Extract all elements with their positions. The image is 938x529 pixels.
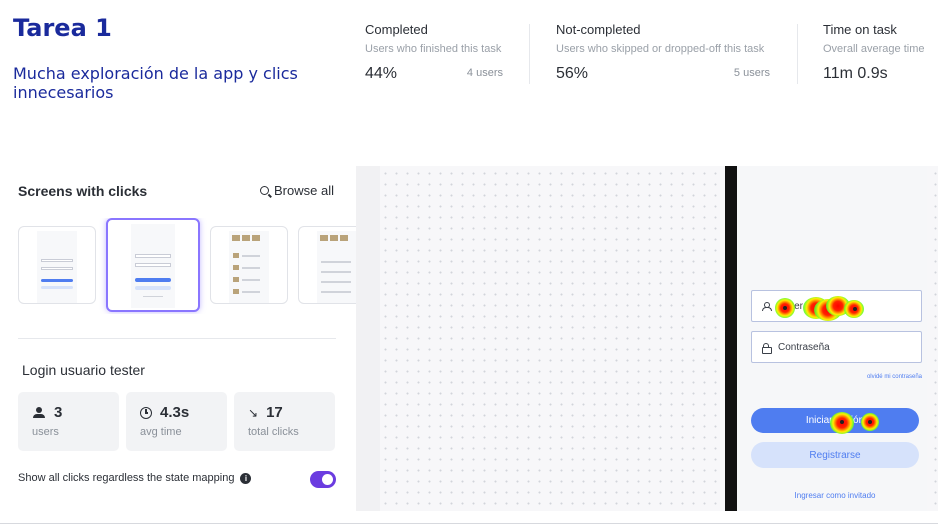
thumbnail-button — [135, 286, 171, 290]
stat-total-clicks-label: total clicks — [248, 426, 299, 438]
thumbnail-text — [321, 281, 351, 283]
task-subtitle: Mucha exploración de la app y clics inne… — [13, 64, 298, 102]
stat-users-value: 3 — [54, 404, 63, 421]
stat-total-clicks: ↘ 17 total clicks — [234, 392, 335, 451]
lock-icon — [762, 342, 772, 354]
metric-not-completed: Not-completed Users who skipped or dropp… — [556, 22, 770, 83]
toggle-knob — [322, 474, 333, 485]
search-icon — [260, 186, 269, 195]
metric-completed-users: 4 users — [466, 67, 503, 79]
thumbnail-image — [330, 235, 338, 241]
thumbnail-text — [242, 267, 260, 269]
username-field[interactable]: tester — [751, 290, 922, 322]
thumbnail-text — [321, 261, 351, 263]
thumbnail-field — [135, 263, 171, 267]
screen-thumbnail[interactable] — [298, 226, 356, 304]
thumbnail-preview — [229, 231, 269, 303]
thumbnail-text — [242, 291, 260, 293]
phone-bezel — [725, 166, 737, 511]
thumbnail-preview — [37, 231, 77, 303]
thumbnail-preview — [131, 224, 175, 308]
thumbnail-link — [143, 296, 163, 297]
thumbnail-image — [233, 289, 239, 294]
forgot-password-link[interactable]: olvidé mi contraseña — [751, 374, 922, 380]
login-button[interactable]: Iniciar sesión — [751, 408, 919, 433]
stat-avg-time-value: 4.3s — [160, 404, 190, 421]
metric-time-desc: Overall average time — [823, 43, 925, 55]
stat-avg-time: 4.3s avg time — [126, 392, 227, 451]
password-placeholder: Contraseña — [778, 341, 830, 353]
thumbnail-image — [320, 235, 328, 241]
metric-not-completed-users: 5 users — [733, 67, 770, 79]
thumbnail-text — [321, 291, 351, 293]
screen-thumbnails — [18, 218, 356, 314]
thumbnail-image — [232, 235, 240, 241]
metric-completed-label: Completed — [365, 22, 428, 37]
screen-title: Login usuario tester — [22, 362, 145, 378]
info-icon[interactable]: i — [240, 472, 252, 484]
metric-not-completed-label: Not-completed — [556, 22, 641, 37]
section-divider — [18, 338, 336, 339]
user-icon — [762, 302, 772, 311]
show-all-clicks-option: Show all clicks regardless the state map… — [18, 472, 252, 484]
screens-title: Screens with clicks — [18, 183, 148, 199]
stat-users: 3 users — [18, 392, 119, 451]
metric-completed: Completed Users who finished this task 4… — [365, 22, 503, 83]
thumbnail-button — [41, 279, 73, 282]
stat-total-clicks-value: 17 — [266, 404, 283, 421]
screen-thumbnail-selected[interactable] — [106, 218, 200, 312]
browse-all-label: Browse all — [274, 183, 334, 198]
screen-thumbnail[interactable] — [18, 226, 96, 304]
register-button[interactable]: Registrarse — [751, 442, 919, 468]
heatmap-canvas[interactable]: tester Contraseña olvidé mi contraseña I… — [356, 166, 938, 511]
metric-time-on-task: Time on task Overall average time 11m 0.… — [823, 22, 937, 83]
stat-avg-time-label: avg time — [140, 426, 182, 438]
metric-divider — [797, 24, 798, 84]
metric-time-label: Time on task — [823, 22, 897, 37]
metric-completed-desc: Users who finished this task — [365, 43, 502, 55]
thumbnail-text — [242, 279, 260, 281]
username-placeholder: tester — [778, 300, 804, 312]
thumbnail-button — [135, 278, 171, 282]
thumbnail-image — [252, 235, 260, 241]
guest-login-link[interactable]: Ingresar como invitado — [751, 491, 919, 500]
thumbnail-preview — [317, 231, 356, 303]
metric-not-completed-desc: Users who skipped or dropped-off this ta… — [556, 43, 765, 55]
bottom-divider — [0, 523, 938, 524]
browse-all-button[interactable]: Browse all — [260, 183, 334, 198]
task-results-page: Tarea 1 Mucha exploración de la app y cl… — [0, 0, 938, 529]
thumbnail-field — [135, 254, 171, 258]
thumbnail-image — [233, 277, 239, 282]
task-title: Tarea 1 — [13, 14, 112, 42]
stat-users-label: users — [32, 426, 59, 438]
metric-divider — [529, 24, 530, 84]
click-point — [868, 420, 872, 424]
thumbnail-field — [41, 267, 73, 270]
click-point — [840, 420, 844, 424]
screen-thumbnail[interactable] — [210, 226, 288, 304]
thumbnail-text — [321, 271, 351, 273]
thumbnail-image — [242, 235, 250, 241]
metric-time-value: 11m 0.9s — [823, 65, 888, 82]
thumbnail-image — [233, 265, 239, 270]
show-all-clicks-toggle[interactable] — [310, 471, 336, 488]
cursor-click-icon: ↘ — [248, 405, 259, 420]
click-point — [853, 307, 857, 311]
thumbnail-image — [233, 253, 239, 258]
password-field[interactable]: Contraseña — [751, 331, 922, 363]
canvas-gutter — [356, 166, 380, 511]
thumbnail-text — [242, 255, 260, 257]
thumbnail-button — [41, 286, 73, 289]
clock-icon — [140, 406, 152, 419]
click-point — [783, 306, 787, 310]
thumbnail-image — [340, 235, 348, 241]
users-icon — [32, 406, 46, 419]
show-all-clicks-label: Show all clicks regardless the state map… — [18, 472, 235, 484]
thumbnail-field — [41, 259, 73, 262]
